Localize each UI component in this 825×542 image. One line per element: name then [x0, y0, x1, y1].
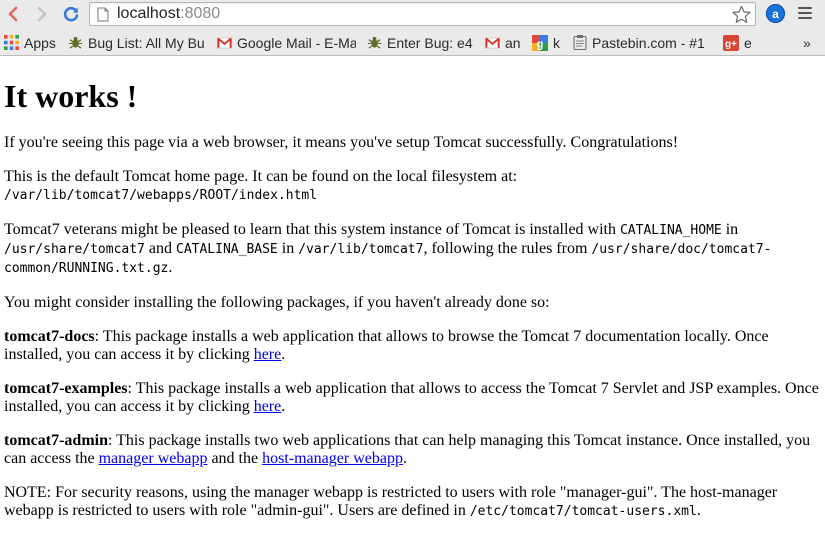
- pastebin-icon: [573, 35, 587, 50]
- index-path: /var/lib/tomcat7/webapps/ROOT/index.html: [4, 188, 318, 203]
- bookmark-google-mail[interactable]: Google Mail - E-Ma: [217, 32, 356, 53]
- tomcat-users-path: /etc/tomcat7/tomcat-users.xml: [469, 504, 697, 519]
- veterans-text: and: [144, 240, 176, 257]
- docs-here-link[interactable]: here: [254, 346, 282, 363]
- page-heading: It works !: [4, 78, 138, 114]
- url-host: localhost: [117, 5, 181, 22]
- bookmark-bug-list[interactable]: Bug List: All My Bu: [68, 32, 205, 53]
- google-plus-icon: g+: [723, 34, 739, 51]
- period-text: .: [402, 450, 407, 467]
- veterans-text: , following the rules from: [423, 240, 592, 257]
- bookmark-mail-an[interactable]: an: [485, 32, 525, 53]
- bookmark-label: an: [505, 34, 521, 51]
- catalina-base-path: /var/lib/tomcat7: [298, 242, 424, 257]
- veterans-text: .: [168, 259, 173, 276]
- manager-webapp-link[interactable]: manager webapp: [99, 450, 208, 467]
- bookmarks-bar: Apps Bug List: All My Bu Google Mail - E…: [0, 29, 825, 56]
- admin-package-paragraph: tomcat7-admin: This package installs two…: [4, 432, 821, 468]
- catalina-home-code: CATALINA_HOME: [619, 223, 722, 238]
- forward-button[interactable]: [31, 3, 53, 25]
- reload-icon: [63, 6, 79, 22]
- back-arrow-icon: [8, 6, 18, 22]
- svg-text:g: g: [537, 38, 544, 50]
- intro-paragraph: If you're seeing this page via a web bro…: [4, 134, 679, 151]
- default-page-paragraph: This is the default Tomcat home page. It…: [4, 168, 821, 205]
- bookmark-google-k[interactable]: g k: [532, 32, 564, 53]
- url-port: :8080: [180, 5, 221, 22]
- bug-icon: [367, 35, 382, 50]
- period-text: .: [281, 398, 286, 415]
- bookmark-label: e: [744, 34, 752, 51]
- forward-arrow-icon: [37, 6, 47, 22]
- apps-grid-icon: [4, 35, 19, 50]
- browser-toolbar: localhost:8080 a: [0, 0, 825, 29]
- bookmark-star-icon[interactable]: [732, 5, 751, 24]
- host-manager-webapp-link[interactable]: host-manager webapp: [262, 450, 403, 467]
- period-text: .: [281, 346, 286, 363]
- address-bar[interactable]: localhost:8080: [89, 2, 756, 26]
- admin-package-name: tomcat7-admin: [4, 432, 108, 449]
- admin-package-text-mid: and the: [207, 450, 263, 467]
- packages-intro-paragraph: You might consider installing the follow…: [4, 294, 550, 311]
- bookmark-label: Google Mail - E-Ma: [237, 34, 356, 51]
- security-note-paragraph: NOTE: For security reasons, using the ma…: [4, 484, 821, 521]
- docs-package-name: tomcat7-docs: [4, 328, 95, 345]
- google-icon: g: [532, 34, 548, 51]
- gmail-icon: [485, 36, 500, 49]
- period-text: .: [696, 502, 701, 519]
- veterans-text: Tomcat7 veterans might be pleased to lea…: [4, 221, 620, 238]
- examples-here-link[interactable]: here: [254, 398, 282, 415]
- bookmark-label: k: [553, 34, 560, 51]
- extension-icon[interactable]: a: [766, 4, 785, 23]
- catalina-home-path: /usr/share/tomcat7: [4, 242, 145, 257]
- bug-icon: [68, 35, 83, 50]
- bookmark-label: Pastebin.com - #1: [592, 34, 705, 51]
- bookmark-google-plus[interactable]: g+ e: [723, 32, 757, 53]
- bookmark-apps[interactable]: Apps: [4, 32, 64, 53]
- docs-package-paragraph: tomcat7-docs: This package installs a we…: [4, 328, 821, 364]
- svg-text:g+: g+: [725, 39, 737, 50]
- bookmark-label: Enter Bug: e4: [387, 34, 473, 51]
- catalina-base-code: CATALINA_BASE: [176, 242, 278, 257]
- page-icon: [97, 7, 109, 22]
- bookmark-label: Bug List: All My Bu: [88, 34, 205, 51]
- url-text: localhost:8080: [117, 5, 220, 23]
- bookmark-enter-bug[interactable]: Enter Bug: e4: [367, 32, 477, 53]
- examples-package-name: tomcat7-examples: [4, 380, 128, 397]
- examples-package-paragraph: tomcat7-examples: This package installs …: [4, 380, 821, 416]
- reload-button[interactable]: [60, 3, 82, 25]
- menu-icon[interactable]: [797, 5, 813, 21]
- default-page-text: This is the default Tomcat home page. It…: [4, 168, 518, 185]
- veterans-text: in: [277, 240, 299, 257]
- docs-package-text: : This package installs a web applicatio…: [4, 328, 769, 363]
- back-button[interactable]: [2, 3, 24, 25]
- veterans-paragraph: Tomcat7 veterans might be pleased to lea…: [4, 221, 821, 278]
- gmail-icon: [217, 36, 232, 49]
- veterans-text: in: [721, 221, 739, 238]
- bookmark-label: Apps: [24, 34, 56, 51]
- bookmark-pastebin[interactable]: Pastebin.com - #1: [573, 32, 708, 53]
- bookmarks-overflow-button[interactable]: »: [803, 32, 811, 53]
- page-content: It works ! If you're seeing this page vi…: [0, 57, 825, 542]
